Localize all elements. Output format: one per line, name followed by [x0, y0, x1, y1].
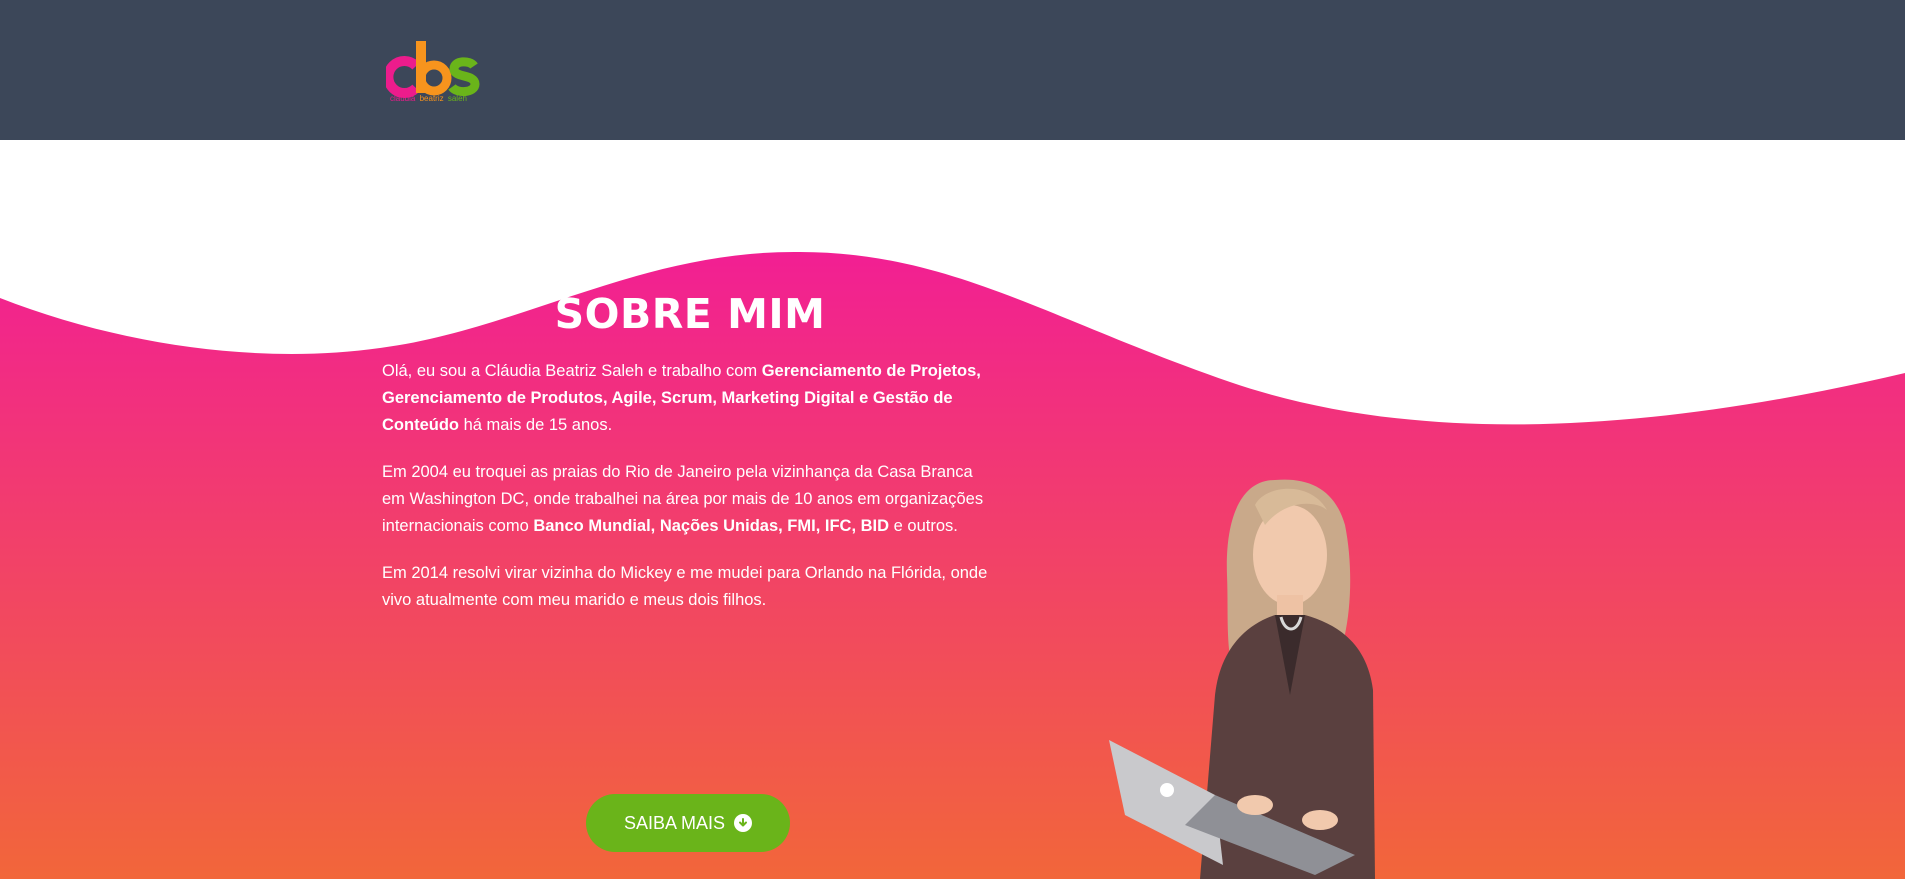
- logo-tagline-part-3: saleh: [448, 94, 467, 103]
- family-paragraph: Em 2014 resolvi virar vizinha do Mickey …: [382, 560, 998, 614]
- career-text-2: e outros.: [889, 517, 958, 535]
- intro-paragraph: Olá, eu sou a Cláudia Beatriz Saleh e tr…: [382, 358, 998, 439]
- intro-text-1: Olá, eu sou a Cláudia Beatriz Saleh e tr…: [382, 362, 762, 380]
- section-title: SOBRE MIM: [554, 290, 826, 338]
- career-paragraph: Em 2004 eu troquei as praias do Rio de J…: [382, 459, 998, 540]
- site-header: cláudia beatriz saleh: [0, 0, 1905, 140]
- logo-tagline: cláudia beatriz saleh: [390, 94, 467, 103]
- cbs-logo-icon: cláudia beatriz saleh: [383, 41, 480, 103]
- career-organizations: Banco Mundial, Nações Unidas, FMI, IFC, …: [533, 517, 890, 535]
- learn-more-label: SAIBA MAIS: [623, 812, 726, 833]
- logo-tagline-part-1: cláudia: [390, 94, 416, 103]
- about-content: SOBRE MIM Olá, eu sou a Cláudia Beatriz …: [382, 290, 998, 634]
- logo[interactable]: cláudia beatriz saleh: [383, 38, 486, 104]
- profile-photo: [1109, 479, 1375, 879]
- logo-tagline-part-2: beatriz: [420, 94, 444, 103]
- intro-text-2: há mais de 15 anos.: [458, 416, 613, 434]
- family-text: Em 2014 resolvi virar vizinha do Mickey …: [382, 564, 988, 609]
- learn-more-button[interactable]: SAIBA MAIS: [586, 794, 790, 852]
- arrow-down-circle-icon: [734, 814, 753, 832]
